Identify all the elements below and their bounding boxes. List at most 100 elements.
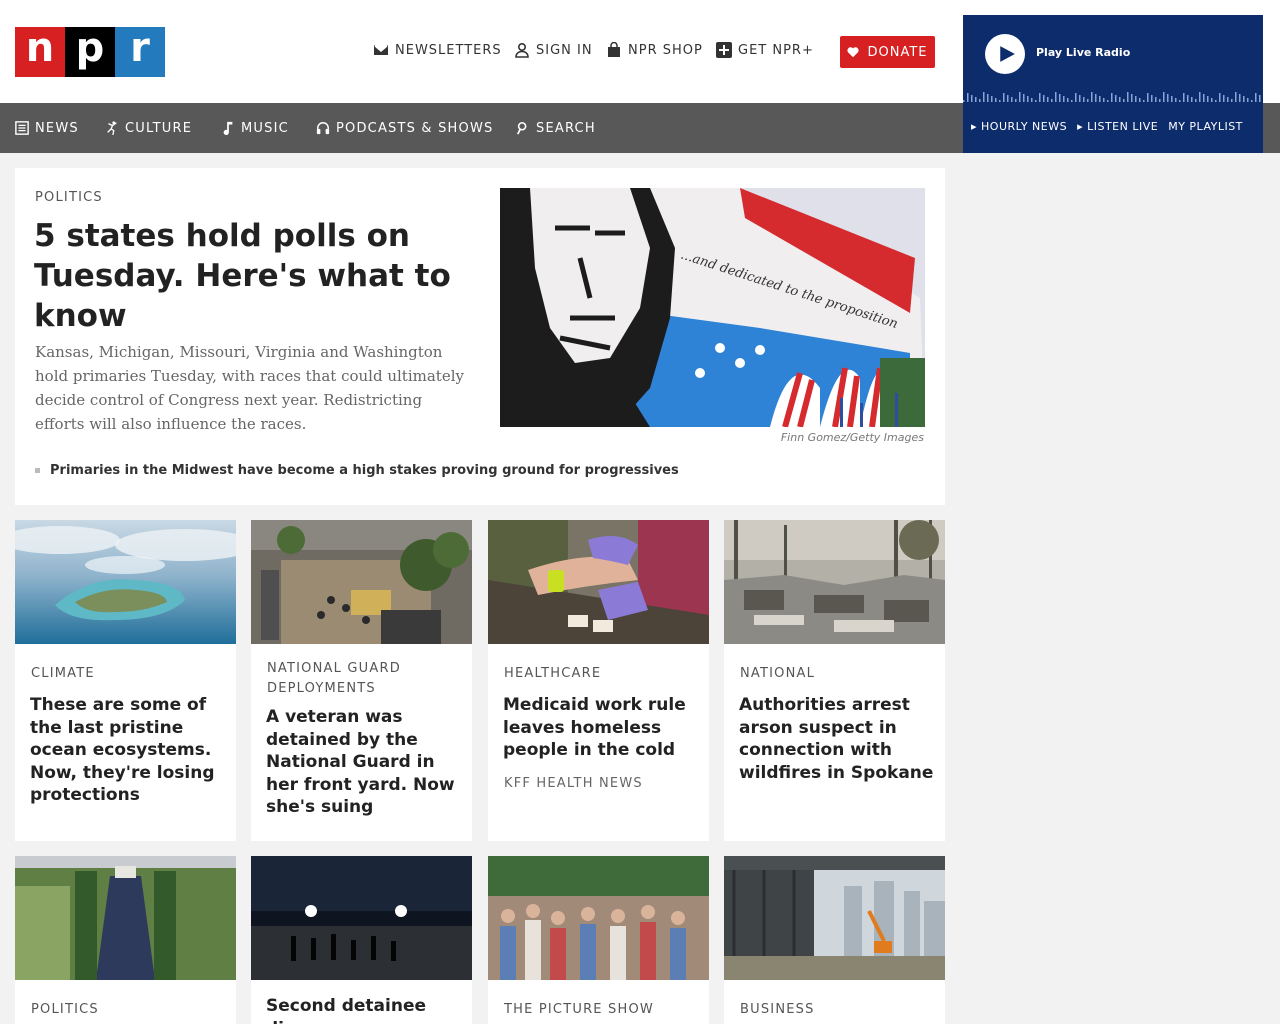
music-note-icon — [223, 121, 233, 135]
get-npr-plus-label: GET NPR+ — [738, 42, 814, 58]
donate-button[interactable]: DONATE — [840, 36, 935, 68]
waveform-bar — [1207, 96, 1209, 102]
nav-podcasts-label: PODCASTS & SHOWS — [336, 120, 494, 136]
story-slug[interactable]: CLIMATE — [31, 664, 95, 684]
waveform-bar — [1239, 94, 1241, 102]
waveform-bar — [1083, 97, 1085, 102]
newsletters-link[interactable]: NEWSLETTERS — [373, 42, 502, 58]
waveform-bar — [1091, 92, 1093, 102]
story-card-detainee[interactable]: Second detainee dies — [251, 856, 472, 1024]
story-headline[interactable]: A veteran was detained by the National G… — [266, 706, 461, 819]
waveform-bar — [1119, 97, 1121, 102]
waveform-bar — [999, 100, 1001, 102]
npr-logo[interactable]: n p r — [15, 27, 165, 77]
story-slug[interactable]: POLITICS — [31, 1000, 99, 1020]
lead-image[interactable]: ...and dedicated to the proposition — [500, 188, 925, 427]
story-slug[interactable]: BUSINESS — [740, 1000, 815, 1020]
my-playlist-link[interactable]: MY PLAYLIST — [1168, 120, 1243, 133]
lead-slug[interactable]: POLITICS — [35, 190, 103, 205]
waveform-bar — [1147, 93, 1149, 102]
story-headline[interactable]: These are some of the last pristine ocea… — [30, 694, 225, 807]
waveform-bar — [1107, 100, 1109, 102]
related-story-link[interactable]: Primaries in the Midwest have become a h… — [35, 463, 679, 478]
story-thumbnail[interactable] — [724, 856, 945, 980]
logo-letter-n: n — [15, 27, 65, 77]
nav-search[interactable]: SEARCH — [516, 103, 596, 153]
story-slug[interactable]: THE PICTURE SHOW — [504, 1000, 654, 1020]
npr-shop-label: NPR SHOP — [628, 42, 703, 58]
waveform-bar — [1043, 95, 1045, 102]
story-headline[interactable]: Authorities arrest arson suspect in conn… — [739, 694, 934, 784]
waveform-bar — [1055, 92, 1057, 102]
donate-label: DONATE — [867, 44, 928, 60]
story-headline[interactable]: Medicaid work rule leaves homeless peopl… — [503, 694, 698, 762]
story-thumbnail[interactable] — [488, 856, 709, 980]
waveform-bar — [1211, 98, 1213, 102]
mural-photo: ...and dedicated to the proposition — [500, 188, 925, 427]
waveform-bar — [1015, 99, 1017, 102]
story-card-business[interactable]: BUSINESS — [724, 856, 945, 1024]
search-icon — [516, 121, 527, 135]
waveform-bar — [1203, 94, 1205, 102]
waveform-bar — [991, 96, 993, 102]
waveform-bar — [1103, 98, 1105, 102]
waveform-bar — [1219, 93, 1221, 102]
story-card-politics[interactable]: POLITICS — [15, 856, 236, 1024]
listen-live-label: LISTEN LIVE — [1087, 120, 1159, 133]
waveform-bar — [1071, 100, 1073, 102]
waveform-bar — [1019, 92, 1021, 102]
waveform-bar — [1163, 92, 1165, 102]
festival-crowd-photo — [488, 856, 709, 980]
npr-shop-link[interactable]: NPR SHOP — [606, 42, 703, 58]
story-card-climate[interactable]: CLIMATE These are some of the last prist… — [15, 520, 236, 841]
story-thumbnail[interactable] — [15, 520, 236, 644]
story-card-healthcare[interactable]: HEALTHCARE Medicaid work rule leaves hom… — [488, 520, 709, 841]
story-byline[interactable]: KFF HEALTH NEWS — [504, 776, 643, 791]
nav-music[interactable]: MUSIC — [221, 103, 289, 153]
story-slug[interactable]: HEALTHCARE — [504, 664, 601, 684]
waveform-bar — [979, 99, 981, 102]
waveform-bar — [1155, 97, 1157, 102]
waveform-bar — [967, 93, 969, 102]
waveform-bar — [1191, 97, 1193, 102]
waveform-bar — [1175, 98, 1177, 102]
story-card-national-guard[interactable]: NATIONAL GUARD DEPLOYMENTS A veteran was… — [251, 520, 472, 841]
waveform-bar — [1223, 95, 1225, 102]
nav-podcasts[interactable]: PODCASTS & SHOWS — [316, 103, 493, 153]
story-thumbnail[interactable] — [251, 520, 472, 644]
waveform-bar — [1195, 99, 1197, 102]
get-npr-plus-link[interactable]: GET NPR+ — [716, 42, 814, 58]
play-button[interactable] — [985, 34, 1025, 74]
story-card-picture-show[interactable]: THE PICTURE SHOW — [488, 856, 709, 1024]
story-thumbnail[interactable] — [251, 856, 472, 980]
story-slug[interactable]: NATIONAL — [740, 664, 815, 684]
related-story-label: Primaries in the Midwest have become a h… — [50, 463, 679, 478]
waveform-bar — [1131, 94, 1133, 102]
waveform-bar — [1227, 97, 1229, 102]
story-slug[interactable]: NATIONAL GUARD DEPLOYMENTS — [267, 659, 457, 699]
story-card-national[interactable]: NATIONAL Authorities arrest arson suspec… — [724, 520, 945, 841]
waveform-bar — [1255, 93, 1257, 102]
lead-headline[interactable]: 5 states hold polls on Tuesday. Here's w… — [34, 216, 454, 336]
waveform-bar — [1111, 93, 1113, 102]
nav-culture[interactable]: CULTURE — [105, 103, 192, 153]
waveform-bar — [1235, 92, 1237, 102]
waveform-bar — [1031, 98, 1033, 102]
heart-icon — [847, 47, 860, 58]
waveform-bar — [983, 92, 985, 102]
sign-in-link[interactable]: SIGN IN — [514, 42, 593, 58]
story-thumbnail[interactable] — [488, 520, 709, 644]
nav-news[interactable]: NEWS — [15, 103, 79, 153]
story-thumbnail[interactable] — [15, 856, 236, 980]
listen-live-link[interactable]: ▸ LISTEN LIVE — [1077, 120, 1158, 133]
hourly-news-link[interactable]: ▸ HOURLY NEWS — [971, 120, 1067, 133]
lead-story: POLITICS 5 states hold polls on Tuesday.… — [15, 168, 945, 505]
story-thumbnail[interactable] — [724, 520, 945, 644]
waveform-bar — [1143, 100, 1145, 102]
waveform-bar — [1183, 93, 1185, 102]
story-headline[interactable]: Second detainee dies — [266, 995, 461, 1024]
waveform-bar — [1151, 95, 1153, 102]
play-live-radio-label[interactable]: Play Live Radio — [1036, 46, 1130, 59]
waveform-bar — [1075, 93, 1077, 102]
medical-test-photo — [488, 520, 709, 644]
